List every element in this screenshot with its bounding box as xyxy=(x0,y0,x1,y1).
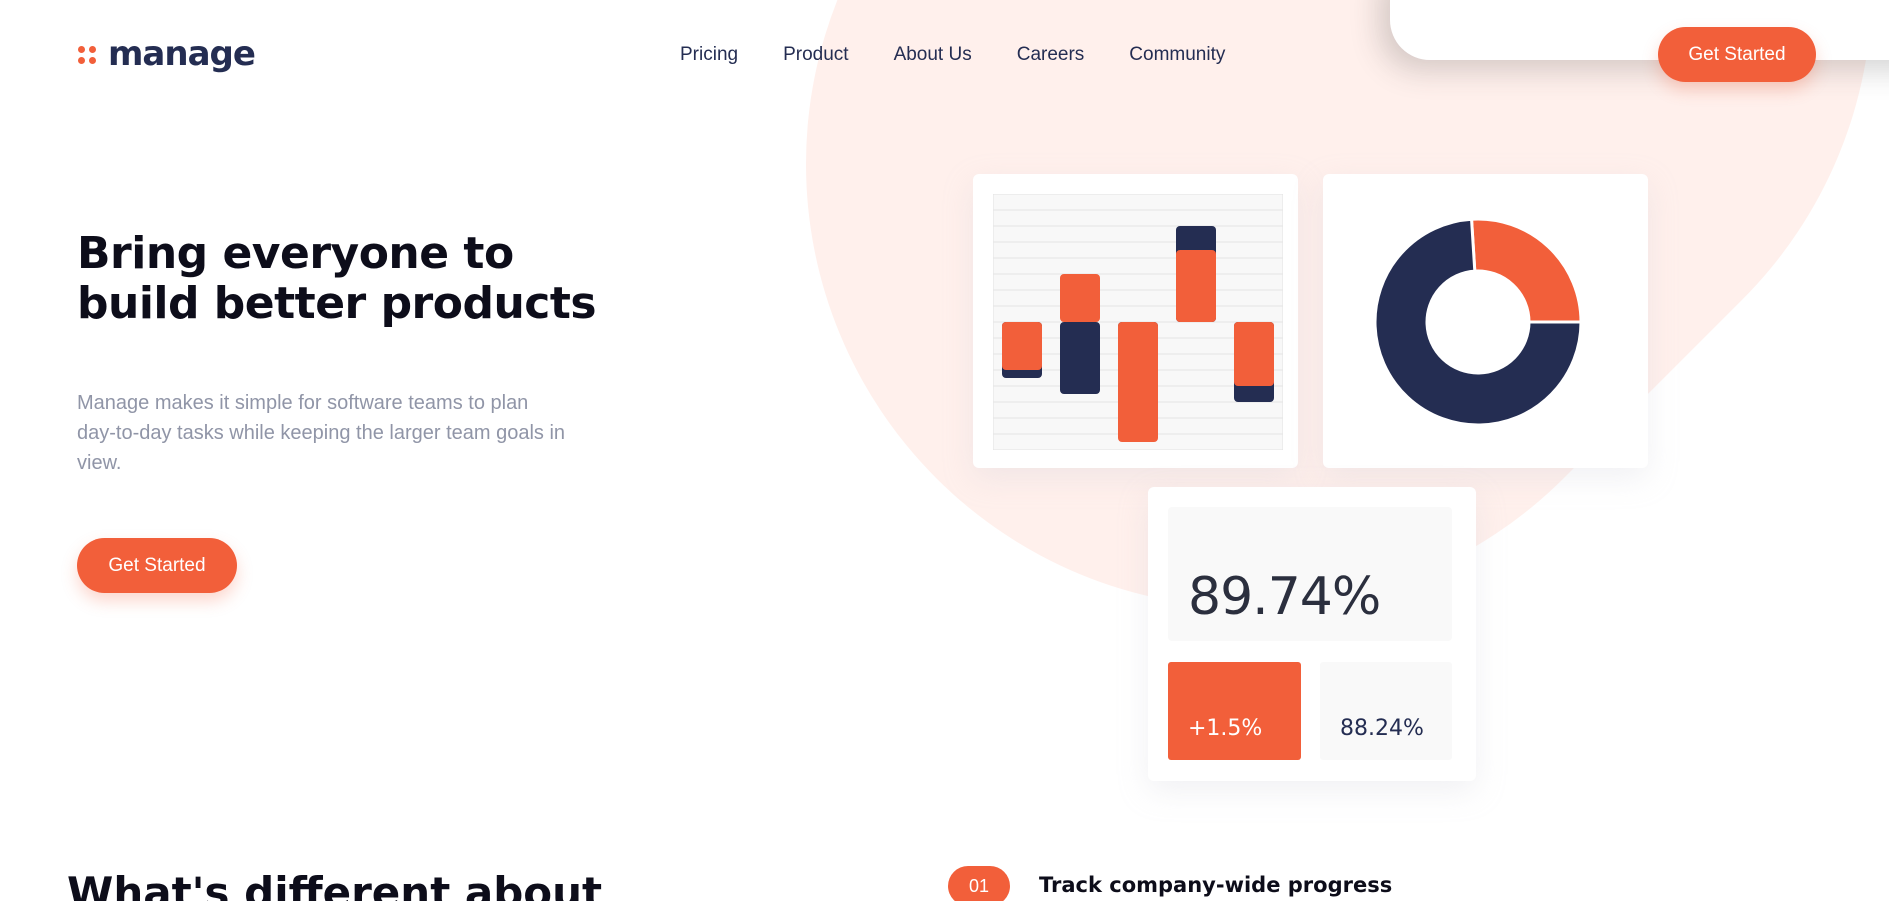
bar-chart xyxy=(993,194,1283,450)
section-title: What's different about xyxy=(67,868,603,901)
nav-item-product[interactable]: Product xyxy=(783,44,848,66)
logo-dots-icon xyxy=(78,43,98,65)
bar-series-2-4 xyxy=(1176,250,1216,322)
logo[interactable]: manage xyxy=(78,34,256,74)
nav-item-careers[interactable]: Careers xyxy=(1017,44,1085,66)
stats-card: 89.74% +1.5% 88.24% xyxy=(1148,487,1476,781)
donut-slice-1 xyxy=(1469,217,1583,324)
bar-series-1-2 xyxy=(1060,322,1100,394)
header-get-started-button[interactable]: Get Started xyxy=(1658,27,1816,82)
feature-number-badge: 01 xyxy=(948,866,1010,901)
stat-change-value: +1.5% xyxy=(1188,716,1263,741)
bar-series-2-2 xyxy=(1060,274,1100,322)
hero-title: Bring everyone to build better products xyxy=(77,228,597,329)
stat-change-tile: +1.5% xyxy=(1168,662,1301,760)
stat-secondary-tile: 88.24% xyxy=(1320,662,1452,760)
hero-get-started-button[interactable]: Get Started xyxy=(77,538,237,593)
bar-series-2-3 xyxy=(1118,322,1158,442)
bar-chart-card xyxy=(973,174,1298,468)
hero-description: Manage makes it simple for software team… xyxy=(77,392,566,474)
donut-chart xyxy=(1373,217,1583,427)
nav-item-pricing[interactable]: Pricing xyxy=(680,44,738,66)
logo-text: manage xyxy=(108,34,256,74)
bar-series-2-5 xyxy=(1234,322,1274,386)
donut-chart-card xyxy=(1323,174,1648,468)
bar-series-2-1 xyxy=(1002,322,1042,370)
stat-secondary-value: 88.24% xyxy=(1340,716,1424,741)
feature-title: Track company-wide progress xyxy=(1039,873,1393,897)
nav-item-community[interactable]: Community xyxy=(1129,44,1225,66)
main-nav: Pricing Product About Us Careers Communi… xyxy=(680,44,1225,66)
stat-main-value: 89.74% xyxy=(1188,567,1381,627)
nav-item-about-us[interactable]: About Us xyxy=(894,44,972,66)
site-header: manage Pricing Product About Us Careers … xyxy=(0,0,1889,110)
stat-main-tile: 89.74% xyxy=(1168,507,1452,641)
